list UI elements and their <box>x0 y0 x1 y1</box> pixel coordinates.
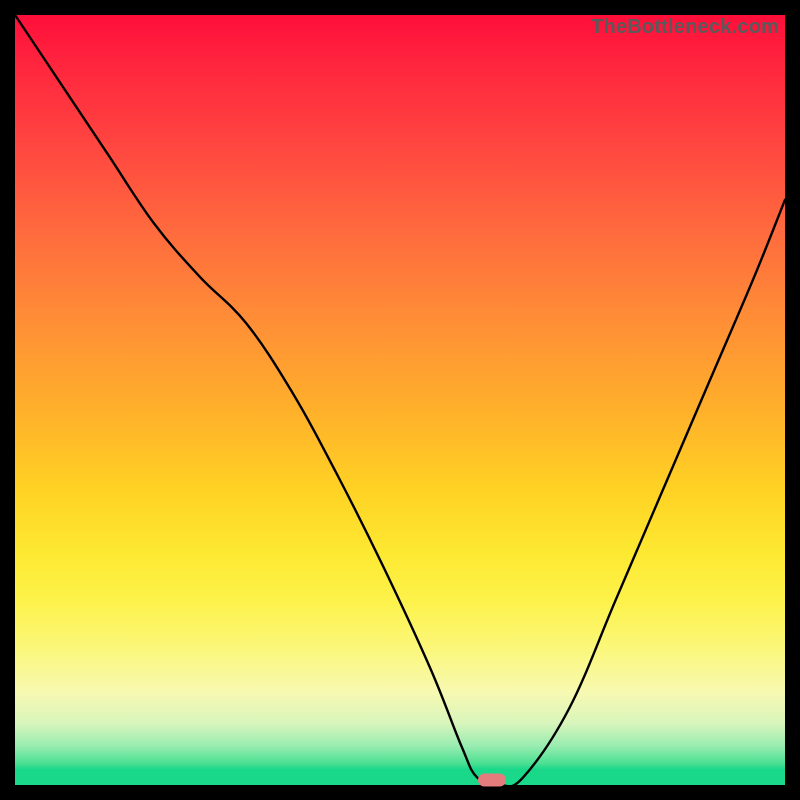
bottleneck-curve <box>15 15 785 785</box>
watermark-text: TheBottleneck.com <box>591 16 779 39</box>
optimal-marker <box>478 773 506 786</box>
plot-area: TheBottleneck.com <box>15 15 785 785</box>
chart-frame: TheBottleneck.com <box>0 0 800 800</box>
